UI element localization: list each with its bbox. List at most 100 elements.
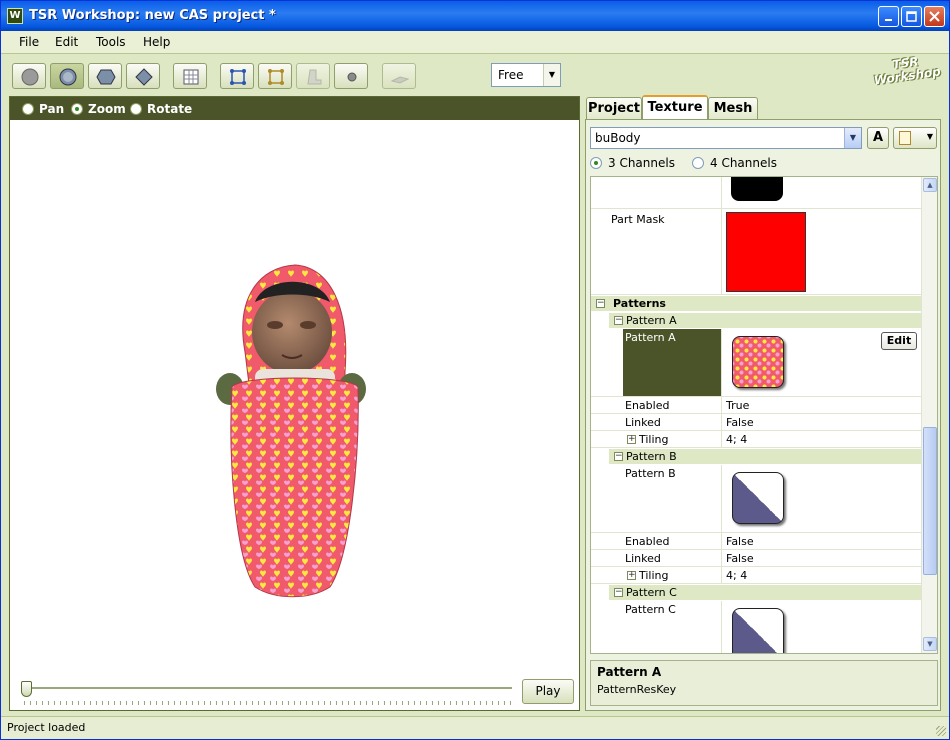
- property-label: Enabled: [625, 535, 670, 548]
- chevron-down-icon[interactable]: ▼: [844, 128, 861, 148]
- pattern-b-category[interactable]: − Pattern B: [609, 449, 921, 464]
- application-window: W TSR Workshop: new CAS project * File E…: [0, 0, 950, 740]
- cube-bones-icon: [230, 69, 246, 85]
- diamond-view-button[interactable]: [126, 63, 160, 89]
- scroll-thumb[interactable]: [923, 427, 937, 575]
- title-bar[interactable]: W TSR Workshop: new CAS project *: [1, 1, 949, 31]
- tab-texture[interactable]: Texture: [642, 95, 708, 120]
- pattern-b-linked-row[interactable]: Linked False: [591, 550, 921, 567]
- edit-pattern-a-button[interactable]: Edit: [881, 332, 917, 350]
- minimize-icon: [884, 19, 892, 21]
- pattern-b-thumbnail[interactable]: [732, 472, 784, 524]
- tab-mesh[interactable]: Mesh: [708, 97, 758, 119]
- patterns-category[interactable]: − Patterns: [591, 296, 921, 311]
- menu-tools[interactable]: Tools: [96, 35, 126, 49]
- hexagon-view-button[interactable]: [88, 63, 122, 89]
- nav-mode-pan-label: Pan: [39, 102, 65, 116]
- collapse-pattern-c-icon[interactable]: −: [614, 588, 623, 597]
- baby-swaddle-model: [216, 264, 366, 598]
- cube-joints-icon: [268, 69, 284, 85]
- nav-mode-rotate[interactable]: Rotate: [130, 102, 192, 116]
- nav-mode-rotate-label: Rotate: [147, 102, 193, 116]
- grid-row: [591, 177, 921, 209]
- property-value[interactable]: False: [726, 552, 754, 565]
- flat-shading-button[interactable]: [12, 63, 46, 89]
- pattern-c-thumbnail[interactable]: [732, 608, 784, 653]
- camera-mode-select[interactable]: Free ▼: [491, 63, 561, 87]
- part-mask-swatch[interactable]: [726, 212, 806, 292]
- animation-timeline-track[interactable]: [24, 687, 512, 689]
- expand-tiling-icon[interactable]: +: [627, 435, 636, 444]
- 3d-viewport[interactable]: Pan Zoom Rotate Play: [9, 96, 580, 711]
- menu-file[interactable]: File: [19, 35, 39, 49]
- boot-view-button[interactable]: [296, 63, 330, 89]
- collapse-pattern-b-icon[interactable]: −: [614, 452, 623, 461]
- pattern-a-name: Pattern A: [625, 331, 676, 344]
- radio-3-channels[interactable]: [590, 157, 602, 169]
- sphere-smooth-icon: [59, 68, 77, 86]
- floor-icon: [390, 76, 410, 84]
- property-value[interactable]: False: [726, 535, 754, 548]
- pattern-c-row[interactable]: Pattern C: [591, 601, 921, 653]
- property-grid: Part Mask − Patterns − Pattern A Pattern…: [590, 176, 938, 654]
- import-image-button[interactable]: ▼: [893, 127, 937, 149]
- scroll-down-icon[interactable]: ▼: [923, 637, 937, 651]
- floor-view-button[interactable]: [382, 63, 416, 89]
- play-button[interactable]: Play: [522, 679, 574, 704]
- menu-bar: File Edit Tools Help: [1, 31, 949, 53]
- bones-blue-button[interactable]: [220, 63, 254, 89]
- a-button[interactable]: A: [867, 127, 889, 149]
- uv-grid-button[interactable]: [173, 63, 207, 89]
- resize-grip-icon[interactable]: [936, 726, 946, 736]
- minimize-button[interactable]: [878, 6, 899, 27]
- property-value[interactable]: 4; 4: [726, 433, 747, 446]
- channels-4-option[interactable]: 4 Channels: [692, 156, 777, 170]
- pattern-c-header: Pattern C: [626, 586, 677, 599]
- smooth-shading-button[interactable]: [50, 63, 84, 89]
- collapse-pattern-a-icon[interactable]: −: [614, 316, 623, 325]
- channels-4-label: 4 Channels: [710, 156, 777, 170]
- pattern-a-tiling-row[interactable]: + Tiling 4; 4: [591, 431, 921, 448]
- property-label: Enabled: [625, 399, 670, 412]
- radio-4-channels[interactable]: [692, 157, 704, 169]
- property-value[interactable]: False: [726, 416, 754, 429]
- radio-zoom[interactable]: [71, 103, 83, 115]
- pattern-c-category[interactable]: − Pattern C: [609, 585, 921, 600]
- chevron-down-icon[interactable]: ▼: [543, 64, 560, 86]
- nav-mode-pan[interactable]: Pan: [22, 102, 64, 116]
- property-value[interactable]: True: [726, 399, 749, 412]
- menu-help[interactable]: Help: [143, 35, 170, 49]
- grid-row-part-mask[interactable]: Part Mask: [591, 209, 921, 295]
- pattern-a-linked-row[interactable]: Linked False: [591, 414, 921, 431]
- pattern-a-category[interactable]: − Pattern A: [609, 313, 921, 328]
- black-swatch[interactable]: [731, 177, 783, 201]
- maximize-button[interactable]: [901, 6, 922, 27]
- menu-edit[interactable]: Edit: [55, 35, 78, 49]
- pattern-b-tiling-row[interactable]: + Tiling 4; 4: [591, 567, 921, 584]
- pattern-a-enabled-row[interactable]: Enabled True: [591, 397, 921, 414]
- record-button[interactable]: [334, 63, 368, 89]
- close-button[interactable]: [924, 6, 945, 27]
- properties-panel: Project Texture Mesh buBody ▼ A ▼ 3 Chan…: [585, 95, 943, 711]
- scroll-up-icon[interactable]: ▲: [923, 178, 937, 192]
- texture-select[interactable]: buBody ▼: [590, 127, 862, 149]
- pattern-b-enabled-row[interactable]: Enabled False: [591, 533, 921, 550]
- timeline-slider-thumb[interactable]: [21, 681, 32, 697]
- nav-mode-zoom[interactable]: Zoom: [71, 102, 126, 116]
- maximize-icon: [906, 11, 917, 22]
- tab-project[interactable]: Project: [586, 97, 642, 119]
- pattern-a-row[interactable]: Pattern A: [591, 329, 921, 397]
- property-grid-scrollbar[interactable]: ▲ ▼: [921, 177, 937, 653]
- property-value[interactable]: 4; 4: [726, 569, 747, 582]
- expand-tiling-icon[interactable]: +: [627, 571, 636, 580]
- status-bar: Project loaded: [1, 716, 949, 739]
- channels-3-option[interactable]: 3 Channels: [590, 156, 675, 170]
- collapse-patterns-icon[interactable]: −: [596, 299, 605, 308]
- bones-gold-button[interactable]: [258, 63, 292, 89]
- pattern-a-thumbnail[interactable]: [732, 336, 784, 388]
- camera-mode-value: Free: [498, 68, 524, 82]
- timeline-ticks: [24, 701, 512, 705]
- radio-pan[interactable]: [22, 103, 34, 115]
- radio-rotate[interactable]: [130, 103, 142, 115]
- pattern-b-row[interactable]: Pattern B: [591, 465, 921, 533]
